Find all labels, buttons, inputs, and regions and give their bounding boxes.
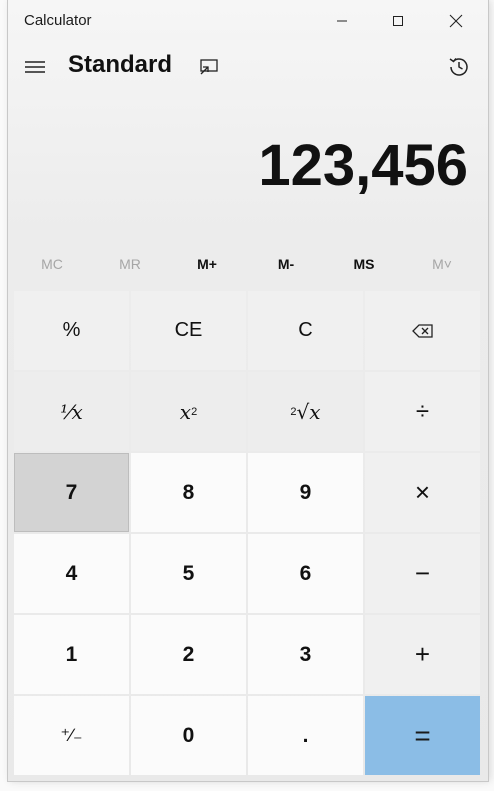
subtract-button[interactable]: − (365, 534, 480, 613)
app-title: Calculator (24, 12, 92, 29)
equals-button[interactable]: = (365, 696, 480, 775)
memory-clear-button[interactable]: MC (12, 244, 92, 284)
digit-4-button[interactable]: 4 (14, 534, 129, 613)
digit-7-button[interactable]: 7 (14, 453, 129, 532)
history-icon (449, 58, 468, 76)
mode-title: Standard (68, 51, 173, 78)
clear-entry-button[interactable]: CE (131, 291, 246, 370)
digit-3-button[interactable]: 3 (248, 615, 363, 694)
percent-button[interactable]: % (14, 291, 129, 370)
digit-8-button[interactable]: 8 (131, 453, 246, 532)
reciprocal-button[interactable]: ⅟x (14, 372, 129, 451)
digit-9-button[interactable]: 9 (248, 453, 363, 532)
minimize-button[interactable] (314, 0, 370, 42)
history-button[interactable] (442, 51, 476, 83)
navigation-menu-button[interactable] (18, 50, 52, 84)
memory-controls: MC MR M+ M- MS M˅ (8, 244, 488, 284)
memory-recall-button[interactable]: MR (90, 244, 170, 284)
multiply-button[interactable]: × (365, 453, 480, 532)
root-base-label: √x (296, 399, 321, 424)
digit-2-button[interactable]: 2 (131, 615, 246, 694)
memory-list-button[interactable]: M˅ (402, 244, 482, 284)
maximize-icon (393, 16, 403, 26)
close-button[interactable] (428, 0, 484, 42)
keep-on-top-icon (200, 59, 218, 75)
header: Standard (8, 42, 488, 92)
hamburger-icon (25, 61, 45, 73)
reciprocal-label: ⅟x (60, 399, 83, 424)
divide-button[interactable]: ÷ (365, 372, 480, 451)
add-button[interactable]: + (365, 615, 480, 694)
keypad: % CE C ⅟x x2 2 √x ÷ 7 8 9 × 4 5 6 − 1 2 … (12, 289, 484, 779)
memory-add-button[interactable]: M+ (167, 244, 247, 284)
minimize-icon (337, 20, 347, 22)
backspace-icon (411, 323, 433, 338)
negate-button[interactable]: ⁺∕₋ (14, 696, 129, 775)
result-display: 123,456 (258, 133, 468, 198)
title-bar[interactable]: Calculator (8, 0, 488, 42)
maximize-button[interactable] (370, 0, 426, 42)
digit-6-button[interactable]: 6 (248, 534, 363, 613)
square-base-label: x (179, 399, 192, 424)
decimal-button[interactable]: . (248, 696, 363, 775)
square-button[interactable]: x2 (131, 372, 246, 451)
digit-1-button[interactable]: 1 (14, 615, 129, 694)
square-root-button[interactable]: 2 √x (248, 372, 363, 451)
digit-5-button[interactable]: 5 (131, 534, 246, 613)
memory-store-button[interactable]: MS (324, 244, 404, 284)
digit-0-button[interactable]: 0 (131, 696, 246, 775)
keep-on-top-button[interactable] (194, 53, 224, 81)
square-exponent-label: 2 (191, 405, 198, 418)
backspace-button[interactable] (365, 291, 480, 370)
calculator-window: Calculator Standard 123,456 MC MR M+ M- … (8, 0, 488, 781)
clear-button[interactable]: C (248, 291, 363, 370)
close-icon (449, 14, 463, 28)
memory-subtract-button[interactable]: M- (246, 244, 326, 284)
